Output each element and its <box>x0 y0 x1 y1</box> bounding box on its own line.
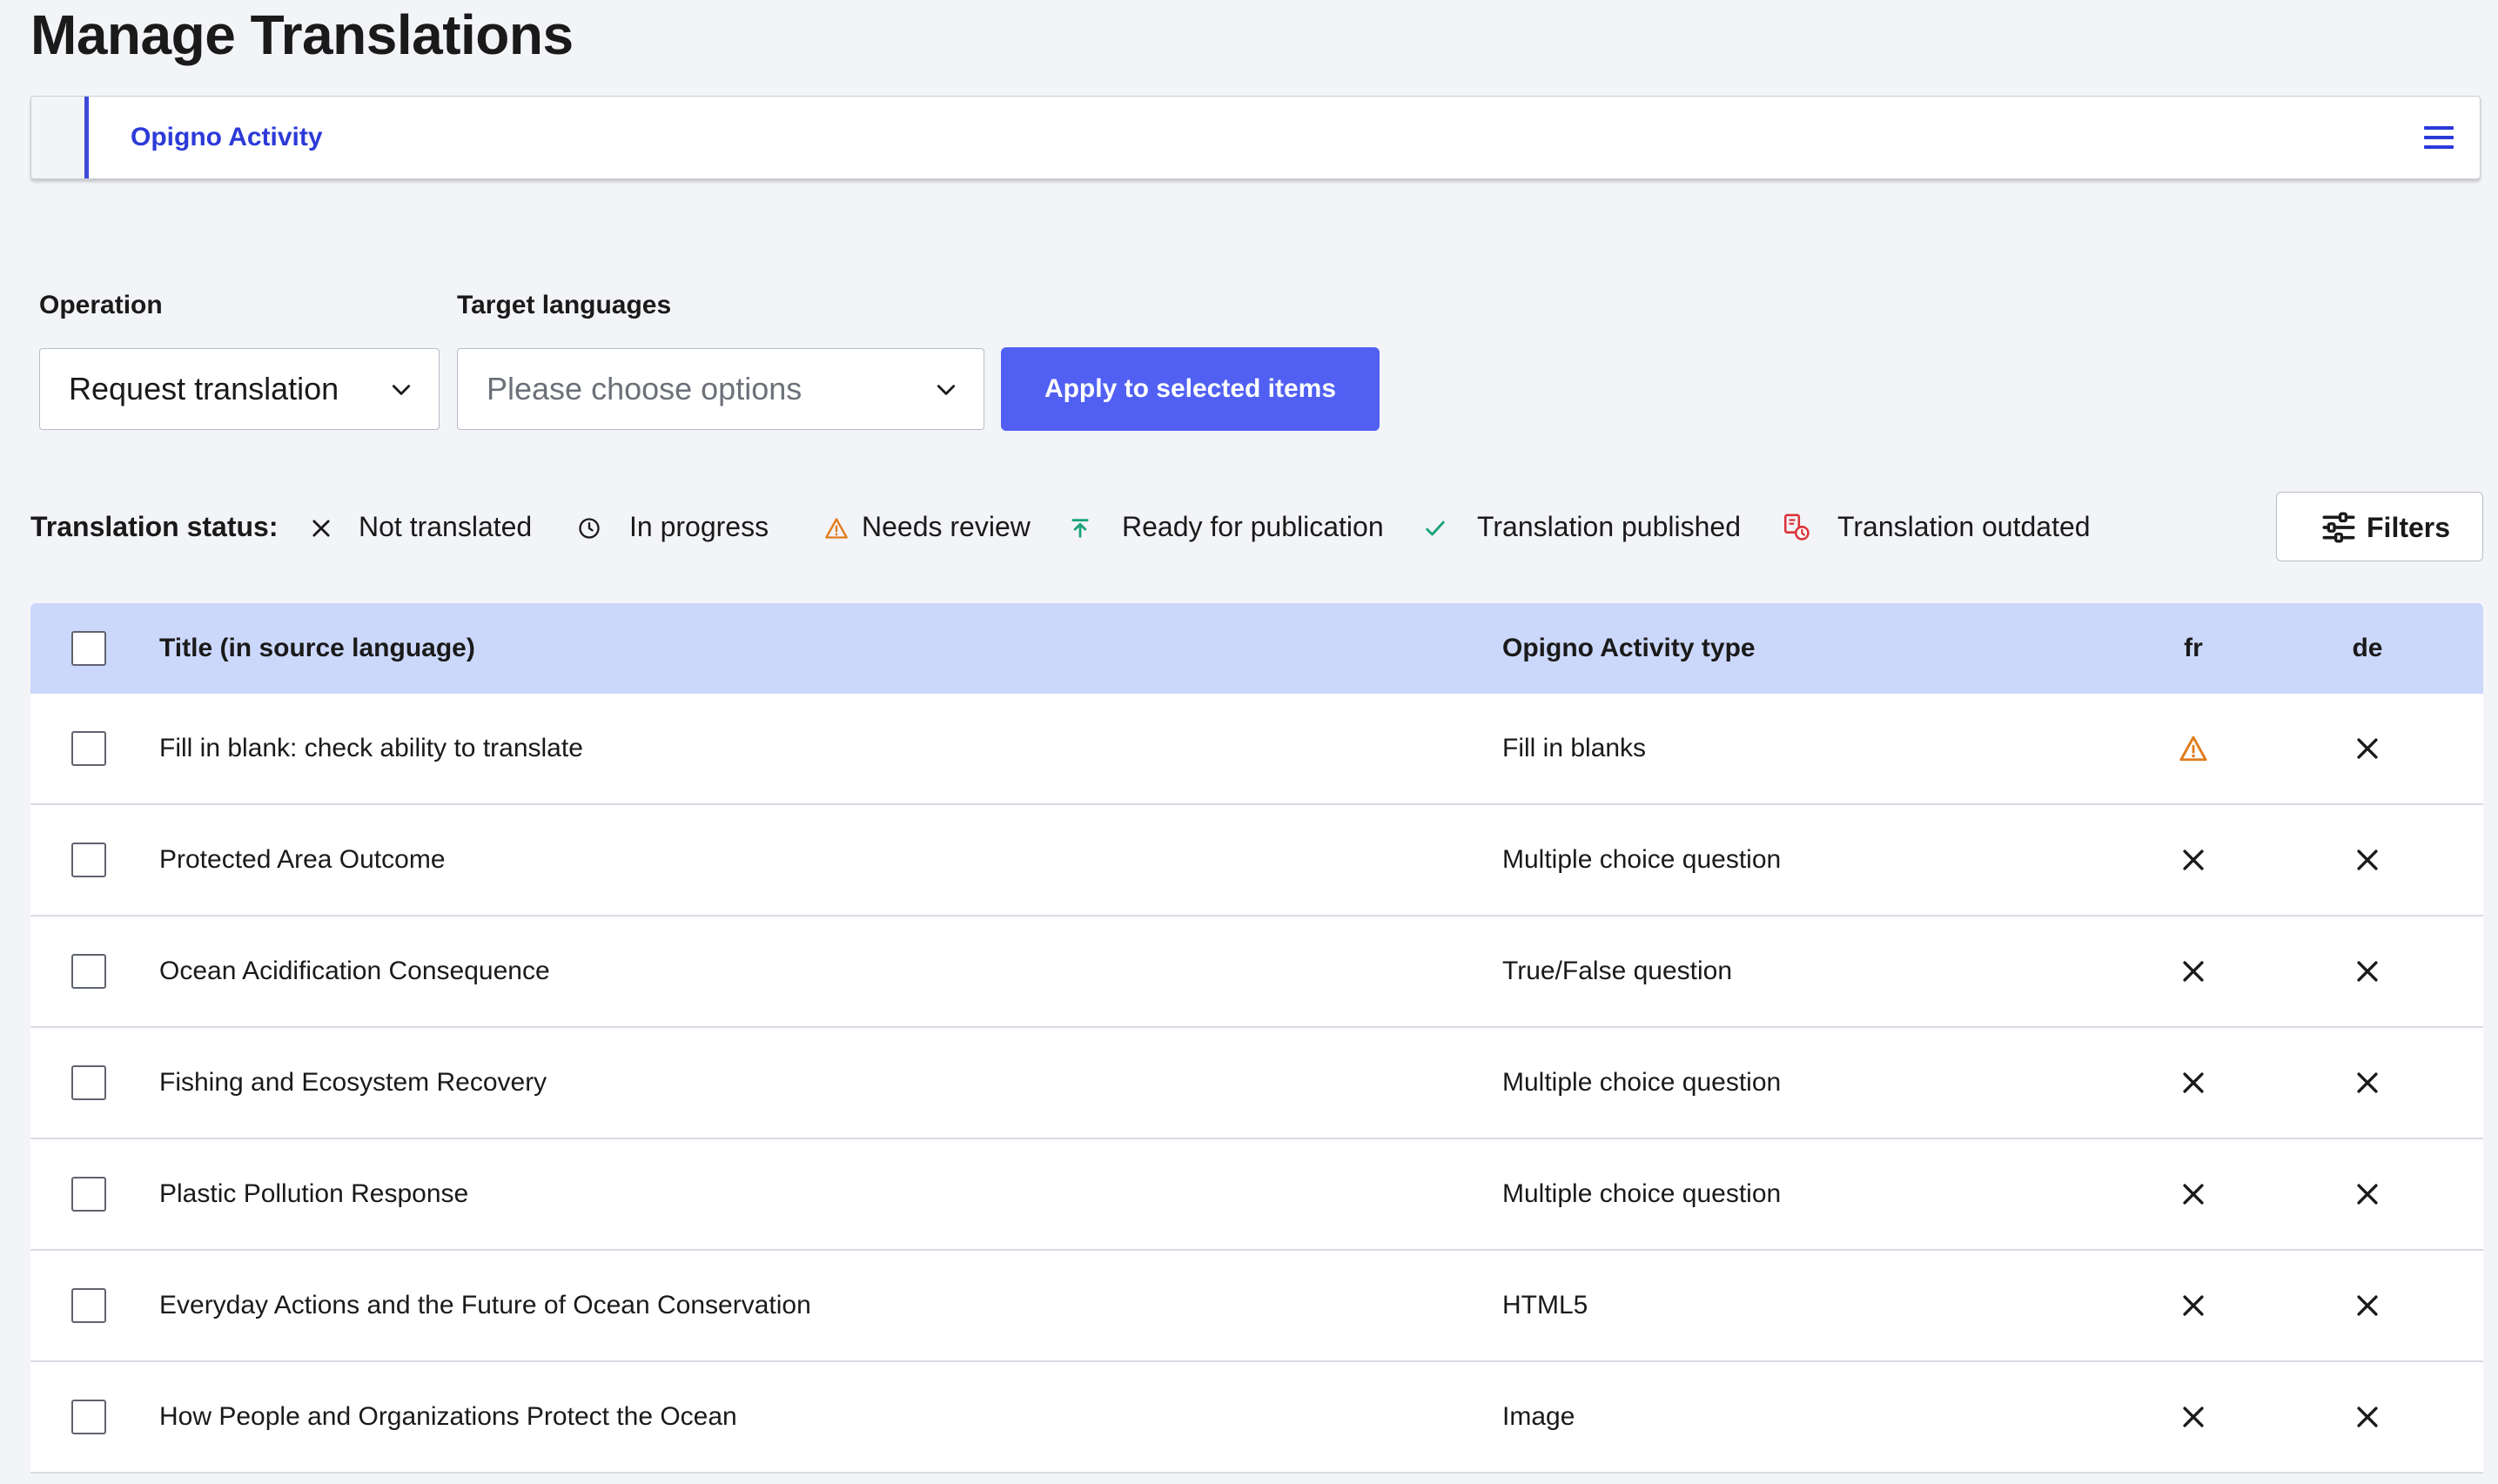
entity-type-tabbar: Opigno Activity <box>30 96 2481 179</box>
filters-label: Filters <box>2367 512 2451 543</box>
row-status-de <box>2328 917 2407 1026</box>
legend-translation-published: Translation published <box>1477 511 1741 542</box>
row-title: Plastic Pollution Response <box>159 1179 469 1208</box>
x-icon[interactable] <box>2353 734 2382 763</box>
row-checkbox[interactable] <box>71 731 106 766</box>
row-checkbox[interactable] <box>71 1177 106 1212</box>
filters-button[interactable]: Filters <box>2276 492 2483 561</box>
x-icon[interactable] <box>2353 1179 2382 1209</box>
page-title: Manage Translations <box>30 3 574 66</box>
x-icon[interactable] <box>2353 957 2382 986</box>
chevron-down-icon <box>392 385 411 395</box>
row-title: Protected Area Outcome <box>159 845 446 874</box>
row-checkbox[interactable] <box>71 1065 106 1100</box>
tabbar-left-edge <box>31 97 89 178</box>
row-title: Fill in blank: check ability to translat… <box>159 734 583 762</box>
select-all-checkbox[interactable] <box>71 631 106 666</box>
table-row: Everyday Actions and the Future of Ocean… <box>30 1251 2483 1362</box>
row-checkbox[interactable] <box>71 1400 106 1434</box>
row-title: Ocean Acidification Consequence <box>159 957 550 985</box>
header-title[interactable]: Title (in source language) <box>159 603 475 694</box>
legend-ready-for-publication: Ready for publication <box>1122 511 1384 542</box>
target-languages-select[interactable]: Please choose options <box>457 348 984 430</box>
row-checkbox[interactable] <box>71 1288 106 1323</box>
hamburger-menu-icon[interactable] <box>2424 126 2454 151</box>
legend-needs-review: Needs review <box>862 511 1031 542</box>
operation-select-value: Request translation <box>69 371 339 406</box>
x-icon[interactable] <box>2179 1179 2208 1209</box>
apply-to-selected-button[interactable]: Apply to selected items <box>1001 347 1380 431</box>
row-activity-type: Image <box>1502 1402 1575 1431</box>
table-row: Fishing and Ecosystem Recovery Multiple c… <box>30 1028 2483 1139</box>
x-icon <box>312 520 330 537</box>
row-status-fr <box>2154 1028 2233 1138</box>
x-icon[interactable] <box>2353 1068 2382 1098</box>
x-icon[interactable] <box>2353 1402 2382 1432</box>
row-activity-type: Multiple choice question <box>1502 845 1782 874</box>
table-row: Fill in blank: check ability to translat… <box>30 694 2483 805</box>
header-de: de <box>2352 634 2383 662</box>
table-row: Protected Area Outcome Multiple choice qu… <box>30 805 2483 917</box>
row-status-fr <box>2154 1139 2233 1249</box>
warning-icon <box>825 518 848 539</box>
row-status-de <box>2328 805 2407 915</box>
target-languages-label: Target languages <box>457 291 672 319</box>
row-status-fr <box>2154 917 2233 1026</box>
outdated-doc-icon <box>1783 514 1810 541</box>
row-checkbox[interactable] <box>71 843 106 877</box>
operation-select[interactable]: Request translation <box>39 348 440 430</box>
row-activity-type: True/False question <box>1502 957 1733 985</box>
row-title: Everyday Actions and the Future of Ocean… <box>159 1291 811 1319</box>
operation-label: Operation <box>39 291 163 319</box>
table-row: How People and Organizations Protect the… <box>30 1362 2483 1474</box>
row-status-fr <box>2154 1362 2233 1472</box>
legend-not-translated: Not translated <box>359 511 533 542</box>
tab-opigno-activity[interactable]: Opigno Activity <box>131 123 323 152</box>
header-activity-type[interactable]: Opigno Activity type <box>1502 603 1756 694</box>
sliders-icon <box>2322 512 2355 543</box>
table-row: Plastic Pollution Response Multiple choic… <box>30 1139 2483 1251</box>
x-icon[interactable] <box>2179 957 2208 986</box>
translations-table: Title (in source language) Opigno Activi… <box>30 603 2483 1474</box>
row-title: Fishing and Ecosystem Recovery <box>159 1068 547 1097</box>
warning-icon[interactable] <box>2179 734 2208 763</box>
row-activity-type: HTML5 <box>1502 1291 1588 1319</box>
x-icon[interactable] <box>2353 845 2382 875</box>
row-status-fr <box>2154 805 2233 915</box>
row-status-de <box>2328 1251 2407 1360</box>
row-activity-type: Fill in blanks <box>1502 734 1647 762</box>
clock-icon <box>579 518 600 539</box>
chevron-down-icon <box>937 385 956 395</box>
x-icon[interactable] <box>2179 1291 2208 1320</box>
table-row: Ocean Acidification Consequence True/Fals… <box>30 917 2483 1028</box>
row-title: How People and Organizations Protect the… <box>159 1402 737 1431</box>
row-status-de <box>2328 1139 2407 1249</box>
x-icon[interactable] <box>2179 1402 2208 1432</box>
x-icon[interactable] <box>2179 1068 2208 1098</box>
row-status-de <box>2328 1362 2407 1472</box>
x-icon[interactable] <box>2353 1291 2382 1320</box>
row-checkbox[interactable] <box>71 954 106 989</box>
legend-translation-outdated: Translation outdated <box>1837 511 2091 542</box>
translation-status-legend: Translation status: Not translated In pr… <box>30 509 2206 546</box>
row-status-fr <box>2154 694 2233 803</box>
row-status-de <box>2328 1028 2407 1138</box>
x-icon[interactable] <box>2179 845 2208 875</box>
check-icon <box>1426 520 1445 536</box>
upload-arrow-icon <box>1071 519 1089 538</box>
row-activity-type: Multiple choice question <box>1502 1179 1782 1208</box>
legend-in-progress: In progress <box>629 511 769 542</box>
row-activity-type: Multiple choice question <box>1502 1068 1782 1097</box>
target-languages-placeholder: Please choose options <box>487 371 802 406</box>
row-status-de <box>2328 694 2407 803</box>
header-fr: fr <box>2184 634 2203 662</box>
legend-title: Translation status: <box>30 511 279 542</box>
table-header-row: Title (in source language) Opigno Activi… <box>30 603 2483 694</box>
row-status-fr <box>2154 1251 2233 1360</box>
